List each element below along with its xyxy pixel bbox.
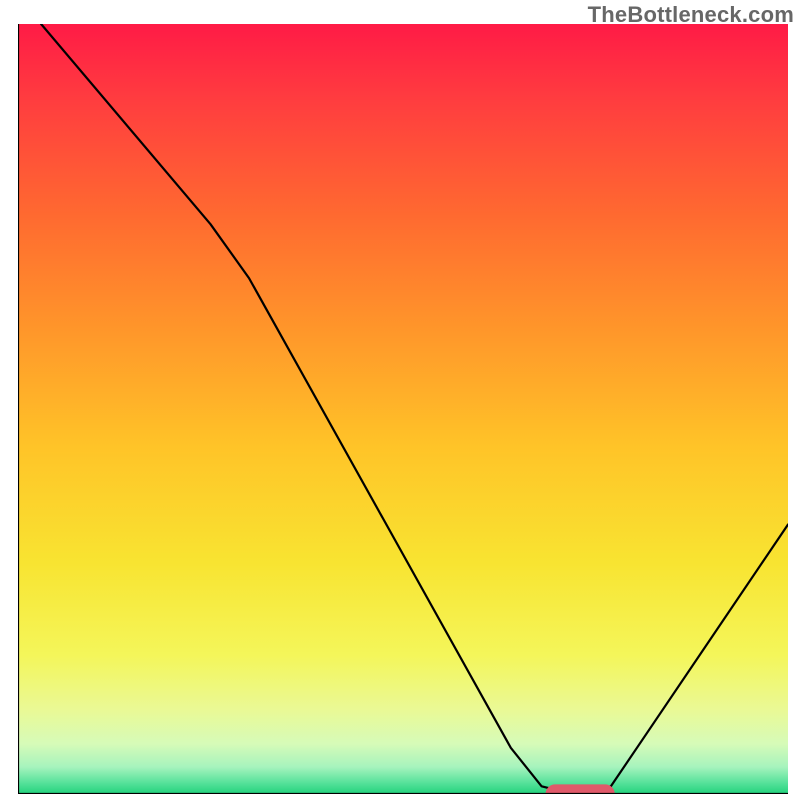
target-marker [546, 784, 615, 794]
chart-frame: TheBottleneck.com [0, 0, 800, 800]
gradient-background [18, 24, 788, 794]
chart-plot-area [18, 24, 788, 794]
chart-svg [18, 24, 788, 794]
